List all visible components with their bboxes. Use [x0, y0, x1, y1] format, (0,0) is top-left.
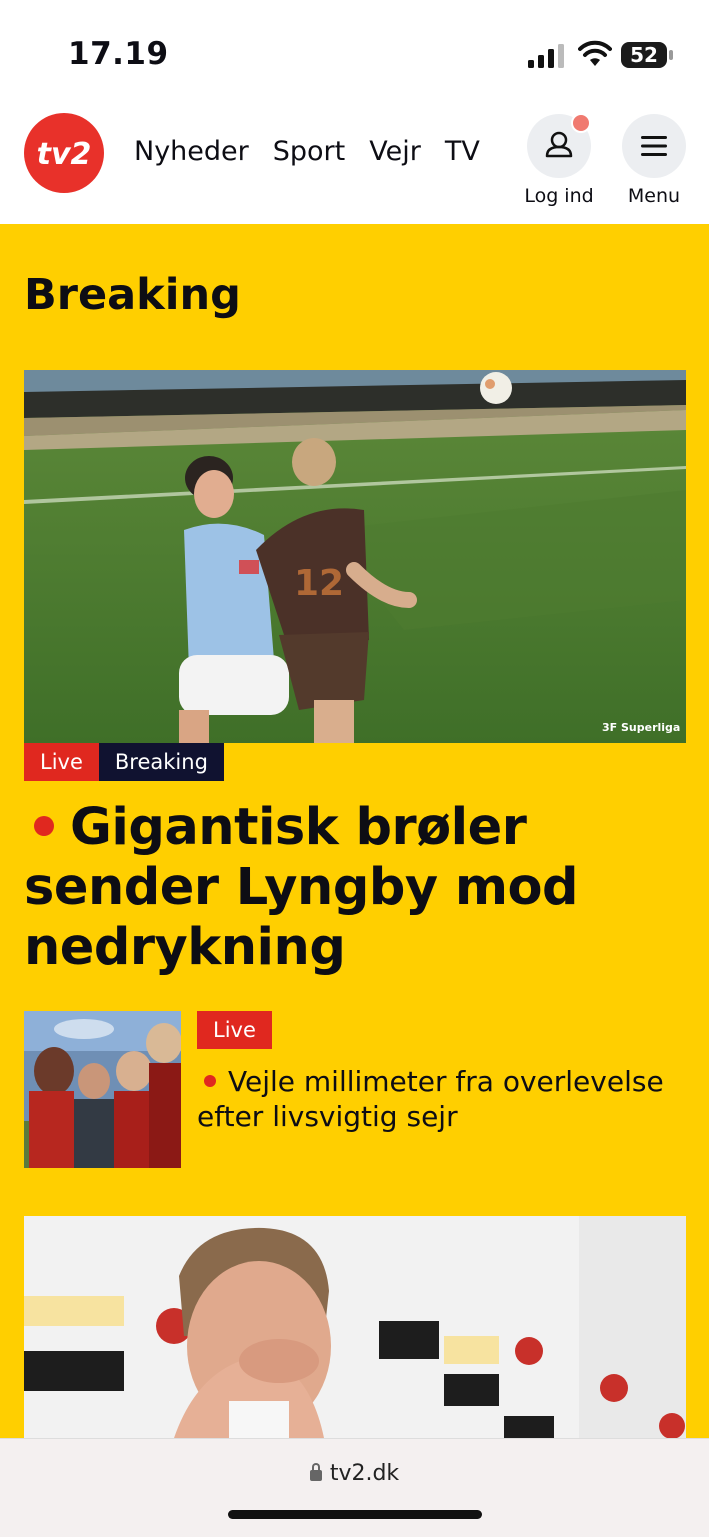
team-huddle-image: [24, 1011, 181, 1168]
nav-item-tv[interactable]: TV: [445, 136, 480, 167]
hero-headline[interactable]: Gigantisk brøler sender Lyngby mod nedry…: [24, 798, 579, 977]
notification-dot: [571, 113, 591, 133]
press-interview-image: [24, 1216, 686, 1438]
nav-item-sport[interactable]: Sport: [273, 136, 345, 167]
home-indicator[interactable]: [228, 1510, 482, 1519]
live-badge: Live: [24, 743, 99, 781]
cellular-signal-icon: [528, 44, 564, 68]
tv2-logo[interactable]: tv2: [24, 113, 104, 193]
url-display[interactable]: tv2.dk: [0, 1461, 709, 1486]
svg-text:tv2: tv2: [37, 137, 92, 172]
hero-article-image[interactable]: 12 3F Superliga: [24, 370, 686, 743]
tv2-logo-icon: tv2: [37, 137, 92, 172]
secondary-live-badge: Live: [197, 1011, 272, 1049]
live-dot-icon: [34, 816, 54, 836]
hero-tags: Live Breaking: [24, 743, 224, 781]
third-article-image[interactable]: [24, 1216, 686, 1438]
menu-button[interactable]: [622, 114, 686, 178]
main-nav: Nyheder Sport Vejr TV: [134, 136, 504, 167]
football-match-image: 12 3F Superliga: [24, 370, 686, 743]
svg-text:12: 12: [294, 563, 344, 604]
menu-label[interactable]: Menu: [604, 185, 704, 207]
hamburger-icon: [641, 136, 667, 156]
live-dot-icon: [204, 1074, 216, 1087]
battery-icon: 52: [621, 42, 673, 70]
breaking-badge: Breaking: [98, 743, 224, 781]
login-label[interactable]: Log ind: [509, 185, 609, 207]
clock: 17.19: [68, 36, 169, 72]
url-text[interactable]: tv2.dk: [330, 1461, 399, 1486]
browser-url-bar[interactable]: tv2.dk: [0, 1438, 709, 1537]
secondary-article-thumbnail[interactable]: [24, 1011, 181, 1168]
secondary-headline-link[interactable]: Vejle millimeter fra overlevelse efter l…: [197, 1064, 687, 1134]
wifi-icon: [578, 40, 612, 66]
site-header: tv2 Nyheder Sport Vejr TV Log ind Menu: [0, 100, 709, 224]
battery-level: 52: [621, 42, 667, 68]
section-title: Breaking: [24, 270, 241, 320]
nav-item-nyheder[interactable]: Nyheder: [134, 136, 249, 167]
status-bar: 17.19 52: [0, 0, 709, 100]
superliga-watermark: 3F Superliga: [602, 721, 680, 734]
hero-headline-link[interactable]: Gigantisk brøler sender Lyngby mod nedry…: [24, 798, 664, 978]
lock-icon: [309, 1463, 322, 1481]
nav-item-vejr[interactable]: Vejr: [369, 136, 421, 167]
secondary-headline[interactable]: Vejle millimeter fra overlevelse efter l…: [197, 1065, 664, 1133]
